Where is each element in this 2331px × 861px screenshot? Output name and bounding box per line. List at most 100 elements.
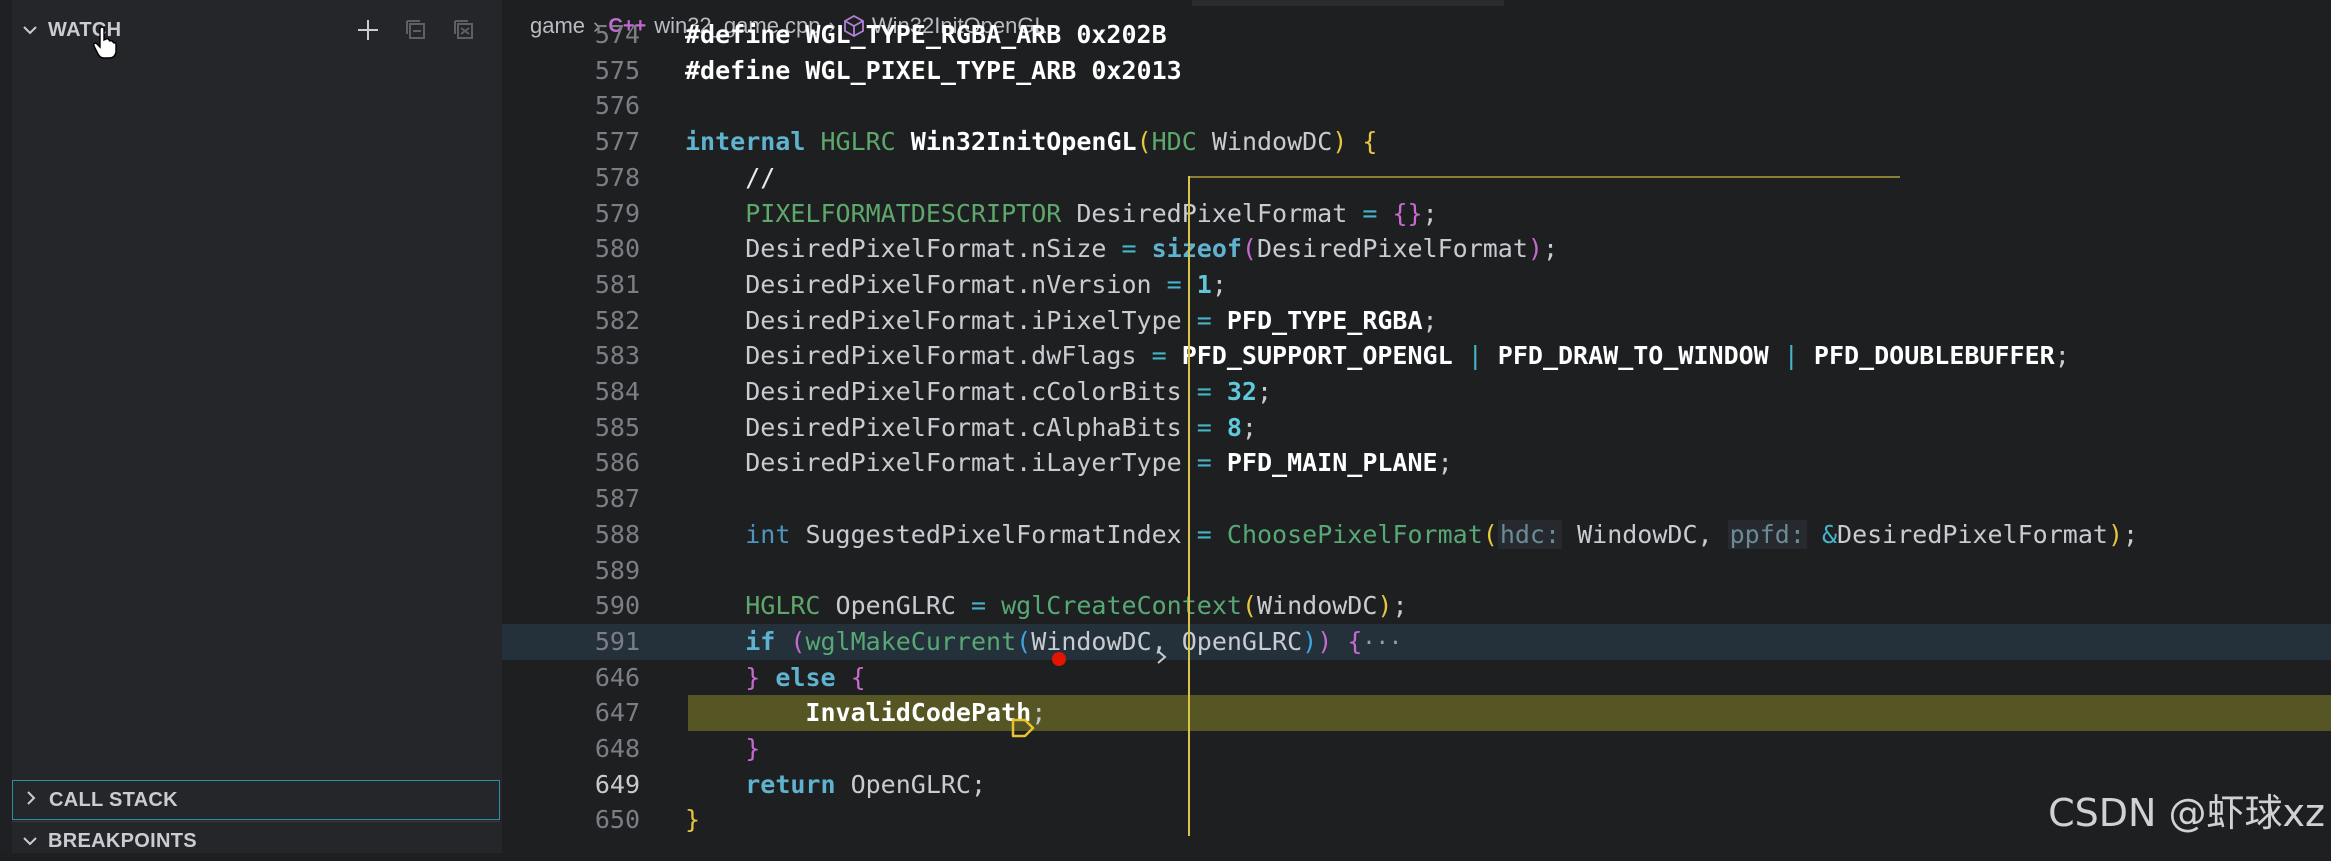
code-line[interactable]: 648 } xyxy=(502,731,2331,767)
code-token: ; xyxy=(1422,198,1438,228)
code-token: ( xyxy=(1241,591,1257,621)
code-editor[interactable]: game › C++ win32_game.cpp › Win32InitOpe… xyxy=(502,0,2331,853)
code-token: DesiredPixelFormat.iPixelType xyxy=(685,305,1197,335)
code-token: HDC xyxy=(1151,127,1212,157)
code-line[interactable]: 586 DesiredPixelFormat.iLayerType = PFD_… xyxy=(502,445,2331,481)
code-line[interactable]: 589 xyxy=(502,553,2331,589)
code-line[interactable]: 581 DesiredPixelFormat.nVersion = 1; xyxy=(502,267,2331,303)
code-text: DesiredPixelFormat.nSize = sizeof(Desire… xyxy=(685,231,1558,267)
add-expression-icon[interactable] xyxy=(352,14,384,46)
code-token: DesiredPixelFormat xyxy=(1837,519,2108,549)
watch-section-header[interactable]: WATCH xyxy=(12,10,500,50)
line-number: 585 xyxy=(594,412,640,442)
code-token: InvalidCodePath xyxy=(805,698,1032,728)
code-token: { xyxy=(850,662,866,692)
line-number: 584 xyxy=(594,377,640,406)
code-token: ; xyxy=(1542,234,1559,264)
fold-chevron-right-icon[interactable] xyxy=(1156,646,1168,674)
collapse-all-icon[interactable] xyxy=(400,14,432,46)
code-token: ) xyxy=(1377,591,1393,621)
code-token: DesiredPixelFormat.dwFlags xyxy=(685,341,1152,371)
code-line[interactable]: 579 PIXELFORMATDESCRIPTOR DesiredPixelFo… xyxy=(502,196,2331,232)
code-token: HGLRC xyxy=(745,591,836,621)
breakpoint-icon[interactable] xyxy=(1052,652,1066,666)
code-token: OpenGLRC; xyxy=(850,769,987,799)
remove-all-icon[interactable] xyxy=(448,14,480,46)
code-text: int SuggestedPixelFormatIndex = ChoosePi… xyxy=(685,517,2138,553)
code-token: = xyxy=(1196,377,1227,406)
code-token: { xyxy=(1362,127,1378,157)
sidebar-edge xyxy=(0,0,12,853)
code-line[interactable]: 590 HGLRC OpenGLRC = wglCreateContext(Wi… xyxy=(502,588,2331,624)
line-number: 590 xyxy=(594,591,640,621)
breakpoints-section-header[interactable]: BREAKPOINTS xyxy=(12,821,500,861)
code-token: DesiredPixelFormat.nSize xyxy=(685,234,1122,264)
code-text: DesiredPixelFormat.iPixelType = PFD_TYPE… xyxy=(685,303,1438,339)
code-token: } xyxy=(745,734,761,763)
code-line[interactable]: 580 DesiredPixelFormat.nSize = sizeof(De… xyxy=(502,231,2331,267)
line-number: 591 xyxy=(594,626,640,656)
code-token: ; xyxy=(1241,412,1257,442)
code-text: DesiredPixelFormat.cColorBits = 32; xyxy=(685,374,1272,410)
code-token: WindowDC, xyxy=(1562,519,1728,549)
code-token: WindowDC xyxy=(1257,591,1378,621)
code-token: 32 xyxy=(1226,377,1257,406)
code-line[interactable]: 588 int SuggestedPixelFormatIndex = Choo… xyxy=(502,517,2331,553)
code-token: HGLRC xyxy=(820,127,911,157)
code-token: ; xyxy=(1392,591,1408,621)
code-line[interactable]: 574 #define WGL_TYPE_RGBA_ARB 0x202B xyxy=(502,17,2331,53)
code-token: ; xyxy=(1422,305,1438,335)
call-stack-section-header[interactable]: CALL STACK xyxy=(12,780,500,820)
code-token: ) xyxy=(1317,626,1333,656)
code-text: DesiredPixelFormat.cAlphaBits = 8; xyxy=(685,410,1257,446)
code-line[interactable]: 576 xyxy=(502,88,2331,124)
code-text: InvalidCodePath; xyxy=(685,695,1046,731)
code-token: // xyxy=(745,162,776,192)
code-line[interactable]: 585 DesiredPixelFormat.cAlphaBits = 8; xyxy=(502,410,2331,446)
line-number: 650 xyxy=(594,805,640,835)
code-line[interactable]: 575 #define WGL_PIXEL_TYPE_ARB 0x2013 xyxy=(502,53,2331,89)
code-text: HGLRC OpenGLRC = wglCreateContext(Window… xyxy=(685,588,1408,624)
scope-guide-top xyxy=(1188,176,1900,178)
code-token: = xyxy=(1166,269,1197,299)
code-line[interactable]: 582 DesiredPixelFormat.iPixelType = PFD_… xyxy=(502,303,2331,339)
code-line[interactable]: 584 DesiredPixelFormat.cColorBits = 32; xyxy=(502,374,2331,410)
code-line[interactable]: 647 InvalidCodePath; xyxy=(502,695,2331,731)
code-line[interactable]: 577 internal HGLRC Win32InitOpenGL(HDC Wi… xyxy=(502,124,2331,160)
code-token: PFD_MAIN_PLANE xyxy=(1226,448,1438,478)
code-token: ··· xyxy=(1362,630,1403,656)
chevron-right-icon xyxy=(13,790,49,811)
code-line[interactable]: 587 xyxy=(502,481,2331,517)
code-token: = xyxy=(971,591,1002,621)
code-token: #define WGL_PIXEL_TYPE_ARB 0x2013 xyxy=(685,55,1182,85)
code-token: { xyxy=(1347,626,1363,656)
code-text: DesiredPixelFormat.iLayerType = PFD_MAIN… xyxy=(685,445,1452,481)
code-token: hdc: xyxy=(1497,519,1563,549)
code-line[interactable]: 583 DesiredPixelFormat.dwFlags = PFD_SUP… xyxy=(502,338,2331,374)
code-token: WindowDC xyxy=(1211,127,1333,157)
code-token: return xyxy=(745,769,851,799)
scope-guide xyxy=(1188,176,1190,836)
code-token: SuggestedPixelFormatIndex xyxy=(805,519,1197,549)
code-token: ( xyxy=(1136,127,1152,157)
breakpoints-section-title: BREAKPOINTS xyxy=(48,830,197,852)
line-number: 646 xyxy=(594,662,640,692)
code-text: } xyxy=(685,731,760,767)
line-number: 648 xyxy=(594,734,640,763)
code-token: 1 xyxy=(1196,269,1212,299)
hand-pointer-icon xyxy=(92,26,118,64)
code-token: ) xyxy=(1332,127,1348,157)
code-token: = xyxy=(1196,305,1227,335)
code-token: {} xyxy=(1392,198,1423,228)
code-line[interactable]: 591 if (wglMakeCurrent(WindowDC, OpenGLR… xyxy=(502,623,2331,660)
code-token: = xyxy=(1196,412,1227,442)
code-line[interactable]: 646 } else { xyxy=(502,660,2331,696)
code-token: ( xyxy=(1482,519,1498,549)
code-token: wglMakeCurrent xyxy=(805,626,1017,656)
code-token: internal xyxy=(685,127,821,157)
